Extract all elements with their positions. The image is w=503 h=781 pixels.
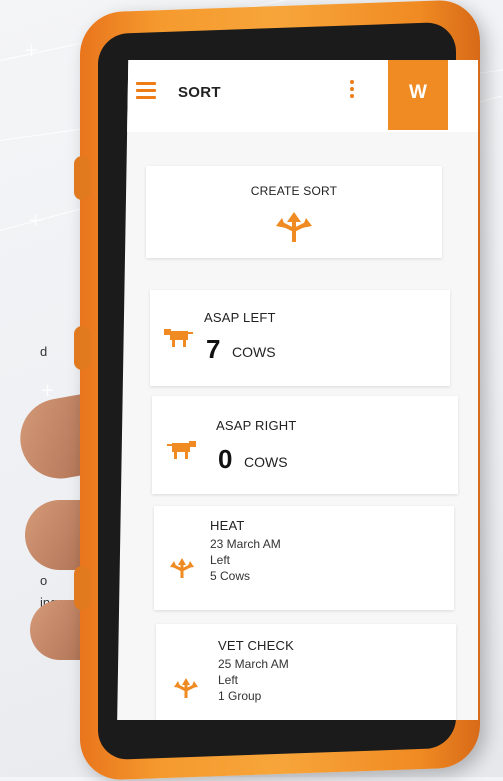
app-header: SORT W xyxy=(117,60,478,132)
sort-amount: 1 Group xyxy=(218,689,262,703)
asap-right-count: 0 xyxy=(218,444,233,474)
sort-arrows-icon xyxy=(174,678,198,698)
asap-right-label: ASAP RIGHT xyxy=(216,418,297,433)
sort-card-heat[interactable]: HEAT 23 March AM Left 5 Cows xyxy=(154,506,454,610)
cow-icon xyxy=(167,441,196,459)
sort-label: HEAT xyxy=(210,518,245,533)
brand-button[interactable]: W xyxy=(388,60,448,130)
asap-left-card[interactable]: ASAP LEFT 7 COWS xyxy=(150,290,450,386)
sort-arrows-icon xyxy=(170,558,194,578)
background-plus-icon: + xyxy=(40,380,56,401)
background-plus-icon: + xyxy=(24,40,40,61)
case-bump xyxy=(74,566,90,610)
case-bump xyxy=(74,326,90,370)
background-text: o xyxy=(40,573,48,588)
background-text: d xyxy=(40,344,48,359)
asap-left-count: 7 xyxy=(206,334,221,364)
sort-date: 23 March AM xyxy=(210,537,281,551)
sort-date: 25 March AM xyxy=(218,657,289,671)
asap-left-label: ASAP LEFT xyxy=(204,310,276,325)
page-title: SORT xyxy=(178,84,221,101)
sort-direction: Left xyxy=(218,673,239,687)
kebab-icon[interactable] xyxy=(350,80,354,101)
sort-amount: 5 Cows xyxy=(210,569,251,583)
create-sort-card[interactable]: CREATE SORT xyxy=(146,166,442,258)
case-bump xyxy=(74,156,90,200)
asap-left-unit: COWS xyxy=(232,344,276,360)
split-arrows-icon xyxy=(276,212,312,242)
menu-icon[interactable] xyxy=(136,82,156,99)
asap-right-card[interactable]: ASAP RIGHT 0 COWS xyxy=(152,396,458,494)
app-screen: SORT W CREATE SORT ASAP LEFT 7 COWS ASAP… xyxy=(117,60,478,720)
create-sort-label: CREATE SORT xyxy=(250,184,338,198)
sort-label: VET CHECK xyxy=(218,638,294,653)
sort-direction: Left xyxy=(210,553,231,567)
background-plus-icon: + xyxy=(28,210,44,231)
sort-card-vet-check[interactable]: VET CHECK 25 March AM Left 1 Group xyxy=(156,624,456,720)
asap-right-unit: COWS xyxy=(244,454,288,470)
cow-icon xyxy=(164,329,193,347)
